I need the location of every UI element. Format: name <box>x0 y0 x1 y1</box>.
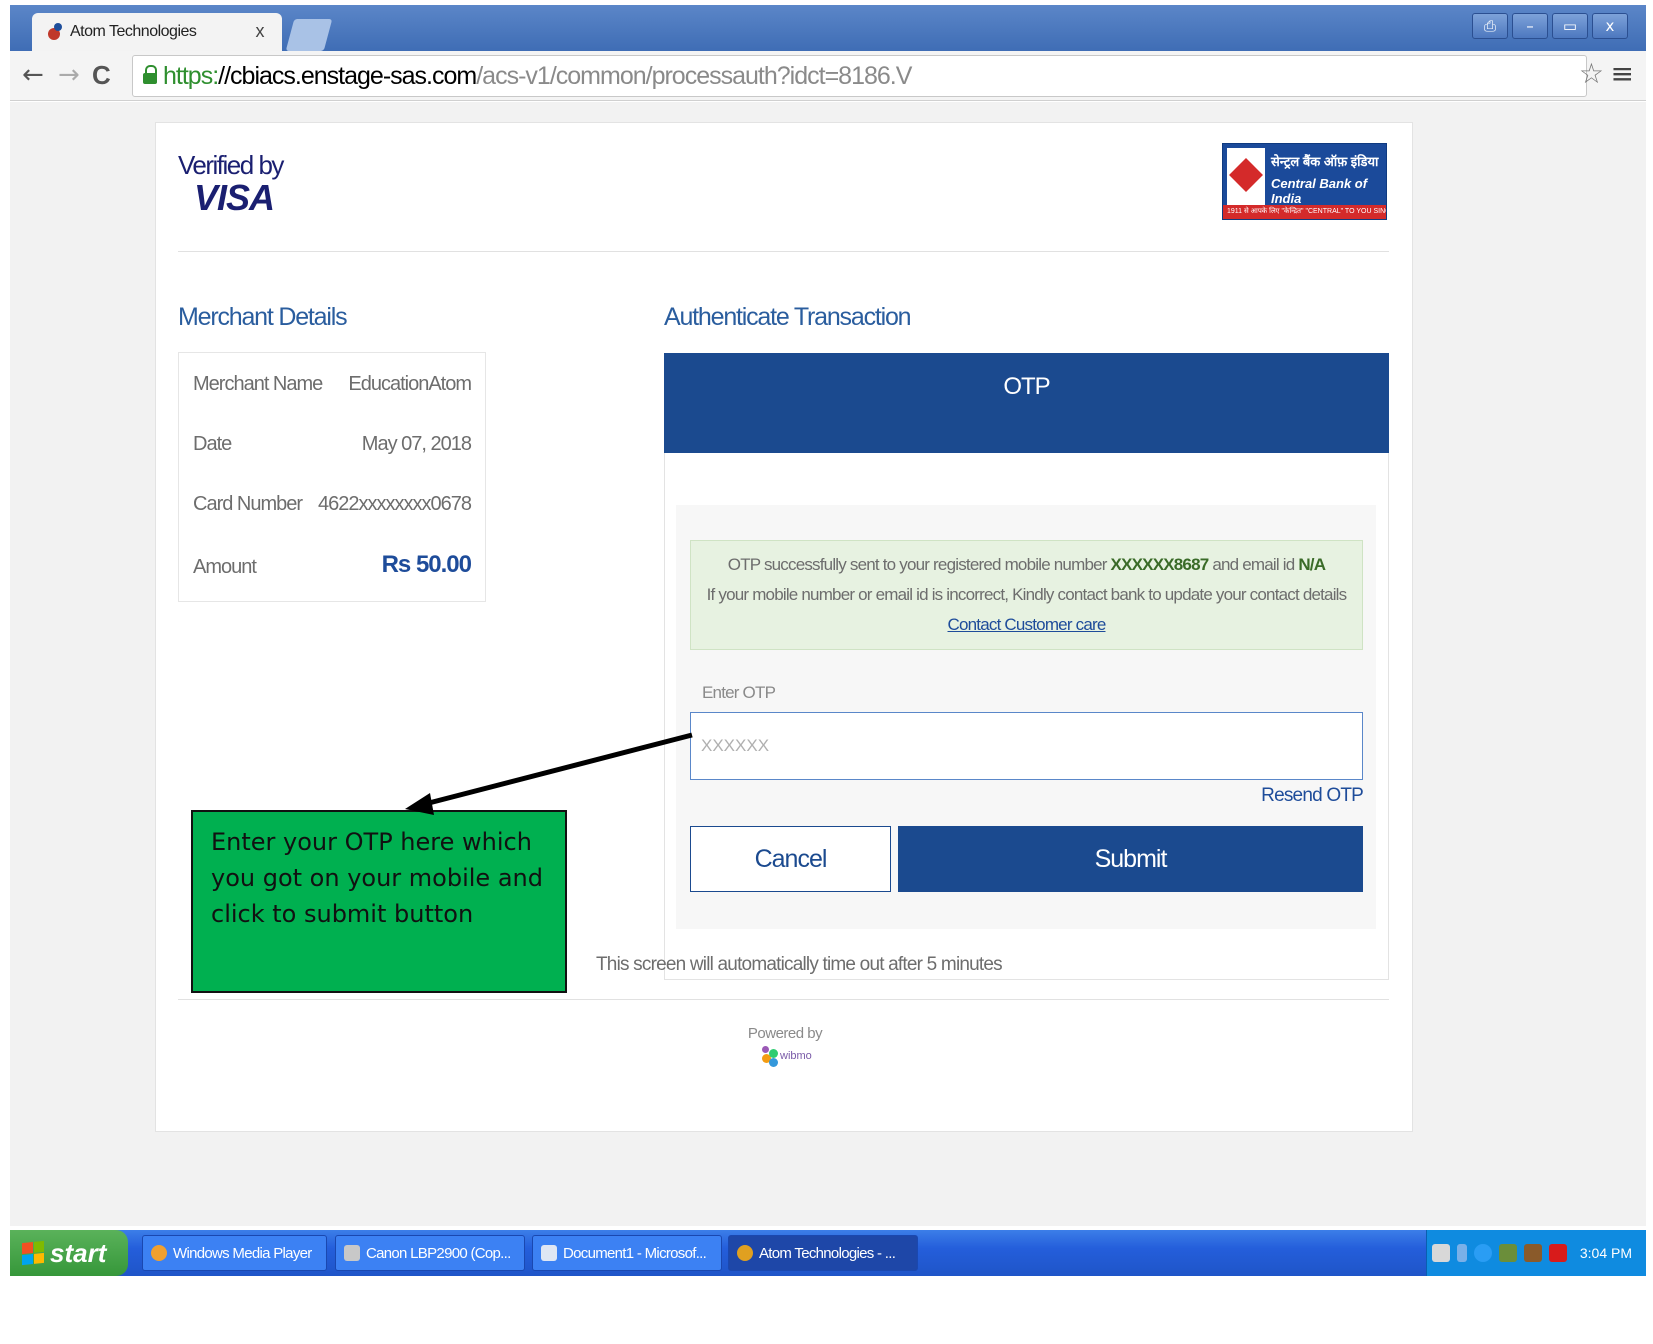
document-icon <box>541 1245 557 1261</box>
resend-otp-link[interactable]: Resend OTP <box>1261 785 1364 807</box>
card-number-label: Card Number <box>193 493 303 515</box>
bank-emblem-icon <box>1227 148 1265 206</box>
quick-heal-icon[interactable] <box>1548 1244 1567 1262</box>
start-button[interactable]: start <box>10 1230 128 1276</box>
alert-prefix-text: OTP successfully sent to your registered… <box>727 555 1111 574</box>
system-tray: 3:04 PM <box>1426 1230 1646 1276</box>
amount-label: Amount <box>193 556 257 578</box>
timeout-note: This screen will automatically time out … <box>596 954 1003 975</box>
url-host: //cbiacs.enstage-sas.com <box>218 61 477 90</box>
close-window-button[interactable]: x <box>1592 13 1628 39</box>
windows-taskbar: start Windows Media Player Canon LBP2900… <box>10 1230 1646 1276</box>
browser-tab[interactable]: Atom Technologies x <box>32 13 282 51</box>
taskbar-item-printer[interactable]: Canon LBP2900 (Cop... <box>335 1235 525 1271</box>
wibmo-brand-text: wibmo <box>780 1050 812 1062</box>
header-divider <box>178 251 1389 252</box>
date-value: May 07, 2018 <box>361 433 472 455</box>
new-tab-button[interactable] <box>285 19 333 51</box>
submit-button[interactable]: Submit <box>898 826 1363 892</box>
alert-line-1: OTP successfully sent to your registered… <box>691 555 1362 575</box>
alert-line-2: If your mobile number or email id is inc… <box>706 585 1348 604</box>
taskbar-item-label: Document1 - Microsof... <box>563 1244 707 1262</box>
taskbar-item-label: Atom Technologies - ... <box>759 1244 896 1262</box>
card-number-value: 4622xxxxxxxx0678 <box>318 493 472 515</box>
url-path: /acs-v1/common/processauth?idct=8186.V <box>476 61 912 90</box>
user-profile-icon[interactable]: ⎙ <box>1472 13 1508 39</box>
merchant-details-box: Merchant Name EducationAtom Date May 07,… <box>178 352 486 602</box>
taskbar-clock: 3:04 PM <box>1579 1245 1632 1261</box>
back-arrow-icon[interactable]: ← <box>22 60 44 90</box>
network-icon[interactable] <box>1456 1244 1467 1262</box>
contact-customer-care-link[interactable]: Contact Customer care <box>691 615 1362 635</box>
merchant-name-value: EducationAtom <box>348 373 472 395</box>
url-scheme: https: <box>163 61 219 90</box>
reload-icon[interactable]: C <box>92 60 111 91</box>
email-id-value: N/A <box>1298 555 1326 574</box>
taskbar-item-label: Canon LBP2900 (Cop... <box>366 1244 511 1262</box>
merchant-name-label: Merchant Name <box>193 373 323 395</box>
restore-button[interactable]: ▭ <box>1552 13 1588 39</box>
cancel-button[interactable]: Cancel <box>690 826 891 892</box>
volume-icon[interactable] <box>1523 1244 1542 1262</box>
browser-menu-icon[interactable]: ≡ <box>1611 57 1634 90</box>
taskbar-item-document[interactable]: Document1 - Microsof... <box>532 1235 722 1271</box>
taskbar-item-label: Windows Media Player <box>173 1244 312 1262</box>
browser-toolbar: ← → C https://cbiacs.enstage-sas.com/acs… <box>10 51 1646 101</box>
amount-value: Rs 50.00 <box>381 551 472 578</box>
taskbar-item-media-player[interactable]: Windows Media Player <box>142 1235 327 1271</box>
taskbar-item-browser[interactable]: Atom Technologies - ... <box>728 1235 918 1271</box>
wibmo-logo-icon: wibmo <box>758 1046 812 1068</box>
bank-name-hindi: सेन्ट्रल बैंक ऑफ़ इंडिया <box>1271 154 1379 169</box>
otp-header: OTP <box>664 353 1389 453</box>
printer-icon <box>344 1245 360 1261</box>
tab-title: Atom Technologies <box>70 23 197 40</box>
enter-otp-label: Enter OTP <box>702 683 776 702</box>
window-controls: ⎙ – ▭ x <box>1472 13 1628 39</box>
bank-logo: सेन्ट्रल बैंक ऑफ़ इंडिया Central Bank of… <box>1222 143 1387 220</box>
tab-close-icon[interactable]: x <box>256 21 265 42</box>
otp-sent-alert: OTP successfully sent to your registered… <box>690 540 1363 650</box>
start-label: start <box>50 1237 107 1268</box>
alert-mid-text: and email id <box>1208 555 1299 574</box>
bank-tagline: 1911 से आपके लिए "केन्द्रित" "CENTRAL" T… <box>1223 205 1386 219</box>
footer-divider <box>178 999 1389 1000</box>
forward-arrow-icon[interactable]: → <box>58 60 80 90</box>
address-bar[interactable]: https://cbiacs.enstage-sas.com/acs-v1/co… <box>132 55 1587 97</box>
powered-by: Powered by wibmo <box>745 1025 825 1073</box>
chrome-icon <box>737 1245 753 1261</box>
browser-titlebar: Atom Technologies x ⎙ – ▭ x <box>10 5 1646 51</box>
windows-flag-icon <box>22 1240 44 1266</box>
merchant-details-title: Merchant Details <box>178 303 348 331</box>
powered-by-text: Powered by <box>747 1025 823 1042</box>
desktop-screen: Atom Technologies x ⎙ – ▭ x ← → C https:… <box>0 0 1653 1344</box>
shield-icon[interactable] <box>1498 1244 1517 1262</box>
date-label: Date <box>193 433 232 455</box>
minimize-button[interactable]: – <box>1512 13 1548 39</box>
help-icon[interactable] <box>1431 1244 1450 1262</box>
bank-name: Central Bank of India <box>1271 176 1368 206</box>
verified-by-visa-logo: Verified by VISA <box>178 150 284 219</box>
visa-text: VISA <box>194 177 275 218</box>
atom-favicon-icon <box>46 23 62 41</box>
media-player-icon <box>151 1245 167 1261</box>
instruction-callout: Enter your OTP here which you got on you… <box>191 810 567 993</box>
otp-input[interactable] <box>690 712 1363 780</box>
authenticate-transaction-title: Authenticate Transaction <box>664 303 912 331</box>
masked-mobile-number: XXXXXX8687 <box>1110 555 1210 574</box>
lock-icon <box>143 65 157 84</box>
bookmark-star-icon[interactable]: ☆ <box>1579 57 1604 90</box>
bluetooth-icon[interactable] <box>1473 1244 1492 1262</box>
